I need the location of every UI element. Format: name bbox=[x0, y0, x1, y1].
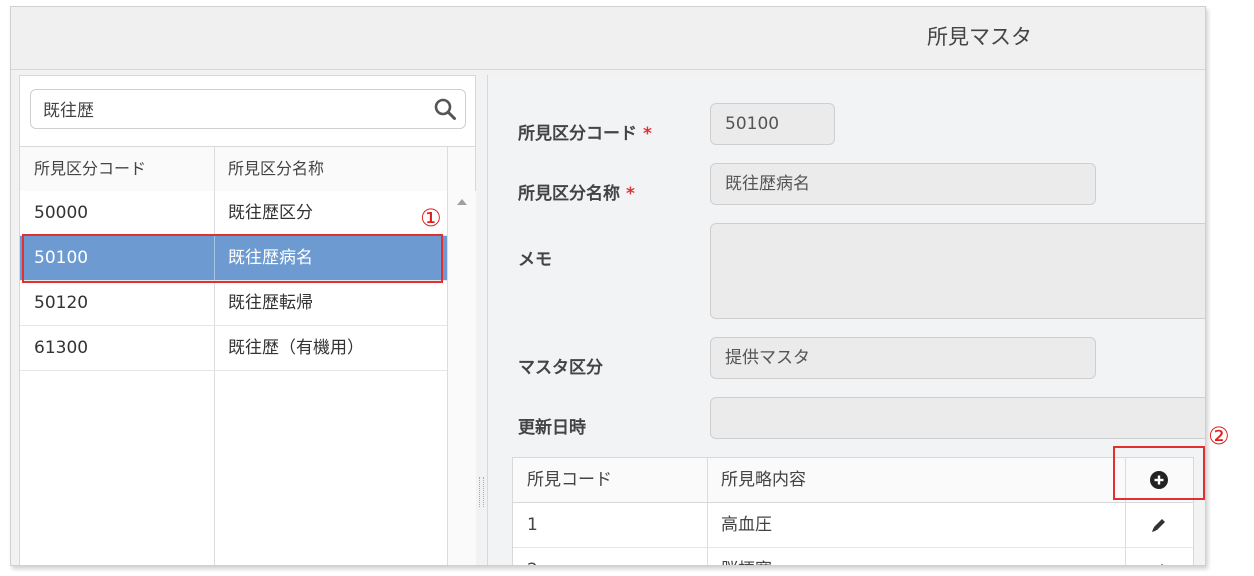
updated-field[interactable] bbox=[710, 397, 1205, 439]
memo-field[interactable] bbox=[710, 223, 1205, 319]
finding-detail-table: 所見コード 所見略内容 1 高血圧 bbox=[512, 457, 1194, 566]
row-name: 既往歴（有機用） bbox=[228, 338, 364, 358]
table-row[interactable]: 2 脳梗塞 bbox=[513, 548, 1193, 566]
name-label: 所見区分名称 * bbox=[518, 184, 635, 204]
finding-content: 高血圧 bbox=[721, 515, 772, 535]
list-row[interactable]: 50120 既往歴転帰 bbox=[20, 281, 447, 326]
name-field[interactable]: 既往歴病名 bbox=[710, 163, 1096, 205]
finding-code: 1 bbox=[527, 515, 538, 535]
search-box[interactable] bbox=[30, 89, 466, 129]
column-header-finding-content[interactable]: 所見略内容 bbox=[721, 458, 806, 502]
column-header-name[interactable]: 所見区分名称 bbox=[228, 147, 324, 191]
row-code: 61300 bbox=[34, 338, 89, 358]
pencil-icon[interactable] bbox=[1149, 515, 1169, 535]
category-list-panel: 所見区分コード 所見区分名称 50000 既往歴区分 50100 既往歴病名 5… bbox=[19, 75, 476, 565]
updated-label: 更新日時 bbox=[518, 418, 586, 438]
list-row[interactable]: 50000 既往歴区分 bbox=[20, 191, 447, 236]
row-name: 既往歴区分 bbox=[228, 203, 313, 223]
row-code: 50120 bbox=[34, 293, 89, 313]
search-input[interactable] bbox=[43, 94, 423, 122]
annotation-box-1 bbox=[22, 234, 443, 283]
column-divider bbox=[214, 326, 215, 370]
required-mark: * bbox=[643, 124, 652, 144]
memo-label: メモ bbox=[518, 250, 552, 270]
annotation-number-2: ② bbox=[1208, 422, 1230, 450]
finding-content: 脳梗塞 bbox=[721, 548, 772, 565]
finding-code: 2 bbox=[527, 548, 538, 565]
row-name: 既往歴転帰 bbox=[228, 293, 313, 313]
annotation-number-1: ① bbox=[420, 204, 442, 232]
column-divider bbox=[1125, 503, 1126, 547]
column-divider bbox=[707, 503, 708, 547]
column-divider bbox=[214, 281, 215, 325]
row-code: 50000 bbox=[34, 203, 89, 223]
scroll-up-arrow-icon[interactable] bbox=[457, 199, 467, 205]
column-divider bbox=[447, 147, 448, 191]
search-icon[interactable] bbox=[433, 97, 457, 121]
page-title: 所見マスタ bbox=[927, 25, 1032, 49]
detail-table-header: 所見コード 所見略内容 bbox=[513, 458, 1193, 503]
pencil-icon[interactable] bbox=[1149, 560, 1169, 566]
column-divider bbox=[214, 191, 215, 235]
panel-splitter[interactable] bbox=[479, 477, 484, 507]
column-divider bbox=[214, 371, 215, 565]
column-divider bbox=[707, 458, 708, 502]
code-field[interactable]: 50100 bbox=[710, 103, 835, 145]
list-scrollbar[interactable] bbox=[447, 191, 476, 565]
column-divider bbox=[1125, 548, 1126, 565]
list-header: 所見区分コード 所見区分名称 bbox=[20, 146, 475, 192]
column-divider bbox=[214, 147, 215, 191]
column-divider bbox=[707, 548, 708, 565]
title-bar: 所見マスタ bbox=[11, 7, 1205, 70]
master-type-label: マスタ区分 bbox=[518, 358, 603, 378]
column-header-code[interactable]: 所見区分コード bbox=[34, 147, 146, 191]
column-header-finding-code[interactable]: 所見コード bbox=[527, 458, 612, 502]
code-label: 所見区分コード * bbox=[518, 124, 652, 144]
required-mark: * bbox=[626, 184, 635, 204]
list-row[interactable]: 61300 既往歴（有機用） bbox=[20, 326, 447, 371]
app-window: 所見マスタ 所見区分コード 所見区分名称 50000 既往歴区分 50100 既… bbox=[10, 6, 1206, 566]
master-type-field[interactable]: 提供マスタ bbox=[710, 337, 1096, 379]
detail-panel: 所見区分コード * 50100 所見区分名称 * 既往歴病名 メモ マスタ区分 提供… bbox=[487, 75, 1205, 566]
table-row[interactable]: 1 高血圧 bbox=[513, 503, 1193, 548]
annotation-box-2 bbox=[1113, 446, 1205, 500]
